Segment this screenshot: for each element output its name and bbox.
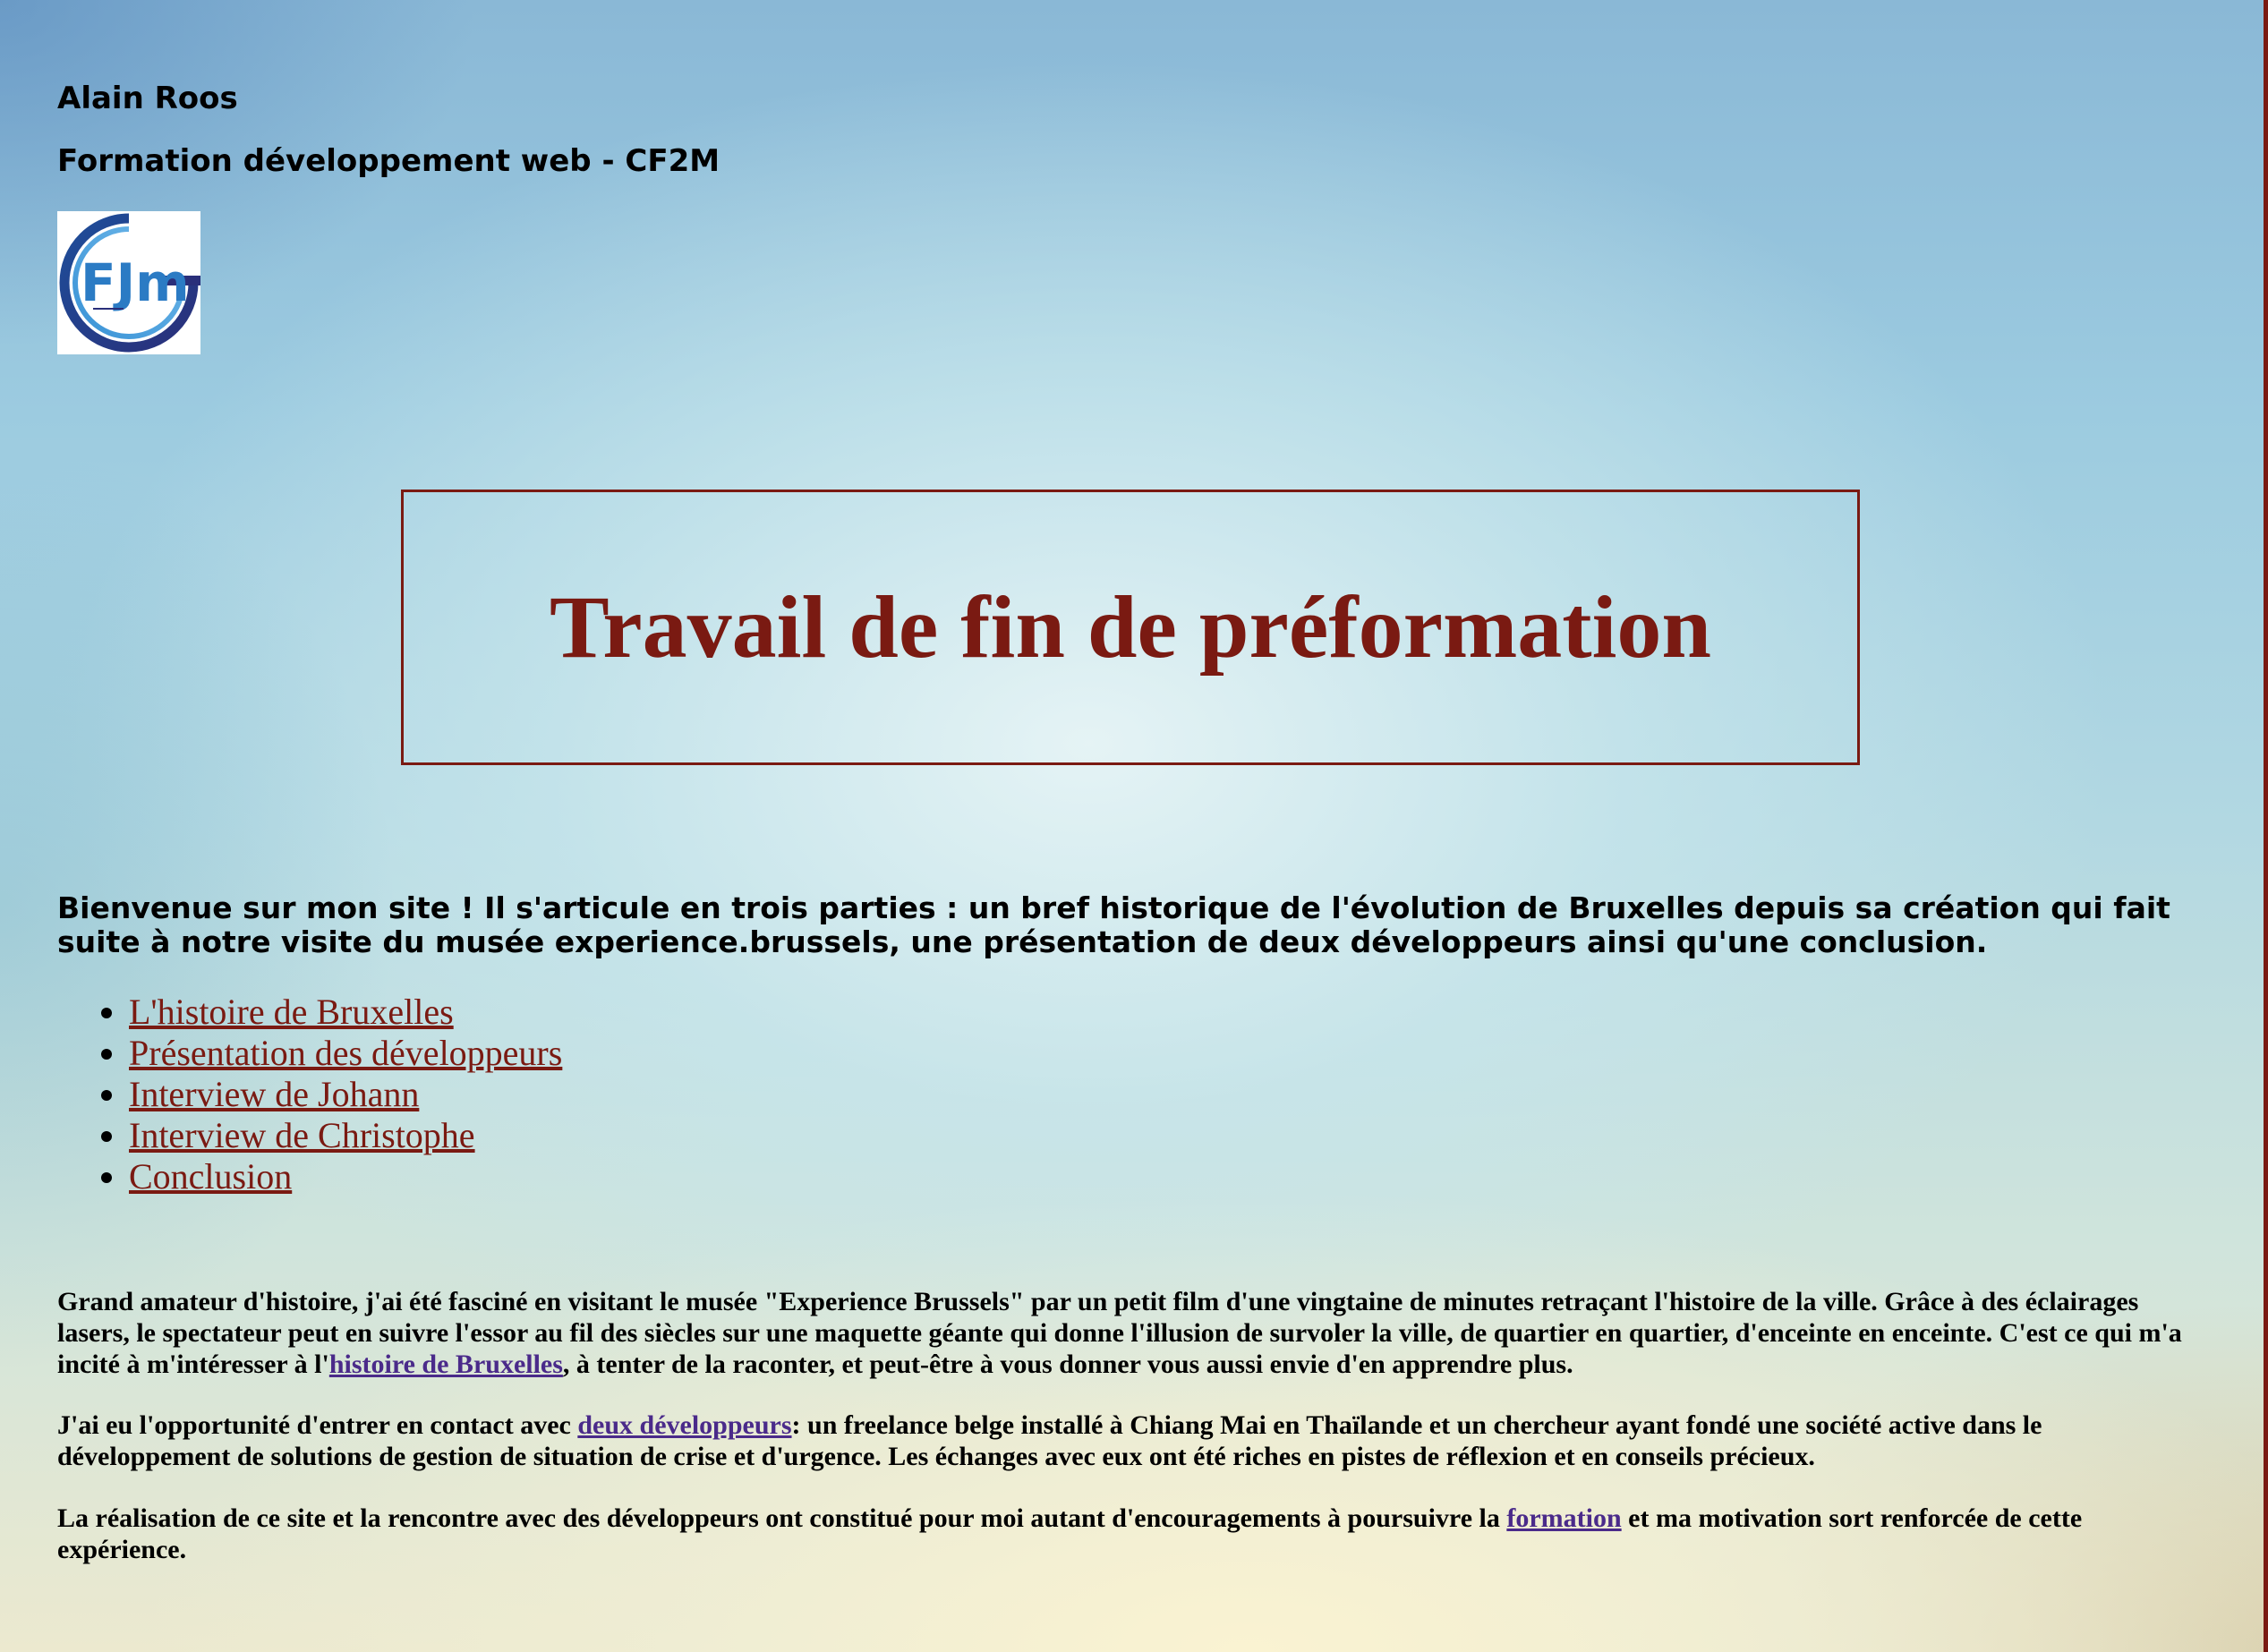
cf2m-logo-icon: FJm <box>59 213 200 353</box>
link-interview-johann[interactable]: Interview de Johann <box>129 1074 419 1114</box>
inline-link-developpeurs[interactable]: deux développeurs <box>577 1410 791 1440</box>
title-box: Travail de fin de préformation <box>401 490 1860 765</box>
link-presentation-developpeurs[interactable]: Présentation des développeurs <box>129 1033 562 1073</box>
paragraph-text: , à tenter de la raconter, et peut-être … <box>562 1350 1573 1379</box>
nav-item: L'histoire de Bruxelles <box>129 992 562 1033</box>
nav-list: L'histoire de Bruxelles Présentation des… <box>57 992 562 1197</box>
formation-subtitle: Formation développement web - CF2M <box>57 143 720 179</box>
intro-paragraph: Grand amateur d'histoire, j'ai été fasci… <box>57 1286 2205 1380</box>
inline-link-formation[interactable]: formation <box>1506 1503 1621 1533</box>
conclusion-paragraph: La réalisation de ce site et la rencontr… <box>57 1503 2205 1565</box>
paragraph-text: J'ai eu l'opportunité d'entrer en contac… <box>57 1410 578 1440</box>
link-conclusion[interactable]: Conclusion <box>129 1156 292 1196</box>
developers-paragraph: J'ai eu l'opportunité d'entrer en contac… <box>57 1409 2205 1472</box>
inline-link-histoire[interactable]: histoire de Bruxelles <box>329 1350 563 1379</box>
nav-item: Présentation des développeurs <box>129 1033 562 1074</box>
nav-item: Conclusion <box>129 1156 562 1197</box>
nav-item: Interview de Johann <box>129 1074 562 1115</box>
svg-text:FJm: FJm <box>81 252 190 313</box>
welcome-text: Bienvenue sur mon site ! Il s'articule e… <box>57 890 2170 959</box>
page-title: Travail de fin de préformation <box>550 577 1711 677</box>
link-interview-christophe[interactable]: Interview de Christophe <box>129 1115 475 1155</box>
link-histoire-bruxelles[interactable]: L'histoire de Bruxelles <box>129 992 454 1032</box>
paragraph-text: La réalisation de ce site et la rencontr… <box>57 1503 1507 1533</box>
cf2m-logo: FJm <box>57 211 200 354</box>
nav-item: Interview de Christophe <box>129 1115 562 1156</box>
author-name: Alain Roos <box>57 81 238 116</box>
